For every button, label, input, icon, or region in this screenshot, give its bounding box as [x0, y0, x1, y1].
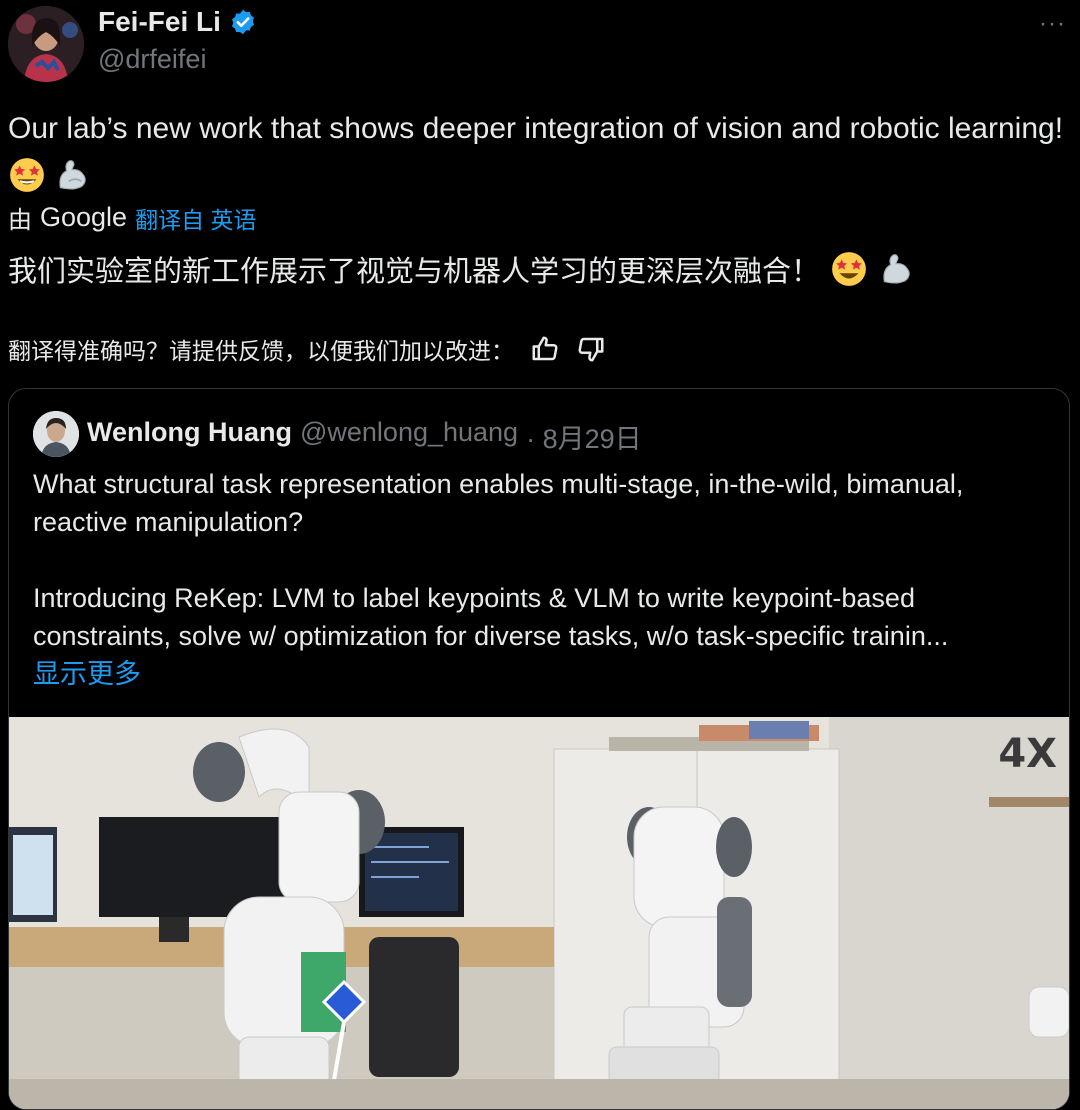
translation-attribution: 由 Google 翻译自 英语 — [8, 200, 256, 235]
thumbs-up-icon[interactable] — [530, 334, 560, 364]
quoted-tweet-date[interactable]: · 8月29日 — [526, 417, 642, 456]
quoted-paragraph-2: Introducing ReKep: LVM to label keypoint… — [33, 583, 949, 651]
translated-from-link[interactable]: 翻译自 英语 — [135, 201, 256, 235]
feedback-prompt: 翻译得准确吗？请提供反馈，以便我们加以改进： — [8, 338, 514, 364]
translated-body: 我们实验室的新工作展示了视觉与机器人学习的更深层次融合！ — [8, 256, 821, 288]
quoted-tweet-text: What structural task representation enab… — [33, 465, 1043, 693]
translation-feedback: 翻译得准确吗？请提供反馈，以便我们加以改进： — [8, 332, 606, 366]
translated-text: 我们实验室的新工作展示了视觉与机器人学习的更深层次融合！ — [8, 248, 916, 290]
author-name-row[interactable]: Fei-Fei Li — [98, 6, 257, 38]
quoted-tweet-card[interactable]: Wenlong Huang @wenlong_huang · 8月29日 Wha… — [8, 388, 1070, 1110]
flexed-biceps-emoji-icon — [883, 254, 910, 284]
quoted-paragraph-1: What structural task representation enab… — [33, 469, 964, 537]
author-name[interactable]: Fei-Fei Li — [98, 6, 221, 38]
flexed-biceps-emoji-icon — [59, 160, 87, 190]
playback-speed-label: 4X — [998, 731, 1057, 777]
quoted-tweet-header: Wenlong Huang @wenlong_huang · 8月29日 — [87, 417, 642, 456]
google-logo: Google — [40, 202, 128, 232]
star-struck-emoji-icon — [832, 252, 866, 286]
more-options-icon[interactable]: ··· — [1039, 10, 1066, 38]
translated-by-label: 由 — [8, 207, 32, 234]
quoted-author-avatar[interactable] — [33, 411, 79, 457]
robot-lab-scene — [9, 717, 1069, 1109]
quoted-author-handle[interactable]: @wenlong_huang — [300, 417, 518, 456]
author-avatar[interactable] — [8, 6, 84, 82]
verified-badge-icon — [231, 9, 254, 35]
show-more-link[interactable]: 显示更多 — [33, 659, 141, 689]
star-struck-emoji-icon — [10, 158, 44, 192]
tweet-body: Our lab’s new work that shows deeper int… — [8, 112, 1064, 145]
quoted-tweet-video[interactable]: 4X — [9, 717, 1069, 1109]
tweet-text: Our lab’s new work that shows deeper int… — [8, 106, 1068, 196]
quoted-author-name[interactable]: Wenlong Huang — [87, 417, 292, 456]
author-handle[interactable]: @drfeifei — [98, 44, 206, 75]
thumbs-down-icon[interactable] — [576, 334, 606, 364]
